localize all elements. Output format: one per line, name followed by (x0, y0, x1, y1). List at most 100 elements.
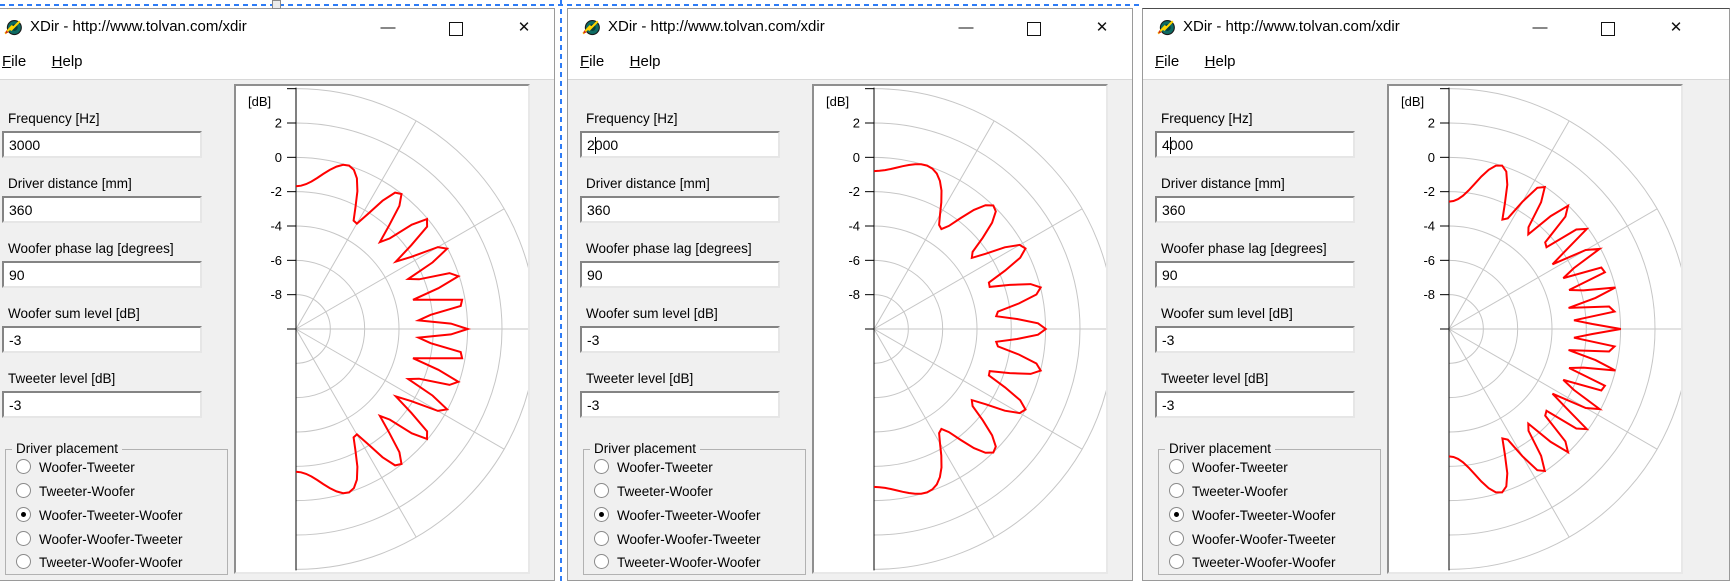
minimize-button[interactable]: — (944, 9, 988, 47)
window-controls: — ✕ (1494, 9, 1698, 47)
radio-option-woofer-tweeter[interactable]: Woofer-Tweeter (594, 459, 713, 479)
minimize-button[interactable]: — (1518, 9, 1562, 47)
close-button[interactable]: ✕ (1080, 9, 1124, 47)
driver-placement-group: Driver placement Woofer-Tweeter Tweeter-… (5, 441, 228, 575)
driver-distance-input[interactable]: 360 (580, 196, 780, 223)
xdir-window-2: XDir - http://www.tolvan.com/xdir — ✕ Fi… (567, 8, 1133, 581)
woofer-phase-lag-input[interactable]: 90 (1155, 261, 1355, 288)
window-controls: — ✕ (920, 9, 1124, 47)
woofer-sum-level-input[interactable]: -3 (2, 326, 202, 353)
maximize-icon (1601, 22, 1615, 37)
driver-placement-group: Driver placement Woofer-Tweeter Tweeter-… (583, 441, 806, 575)
frequency-label: Frequency [Hz] (8, 111, 100, 126)
radio-option-woofer-tweeter-woofer[interactable]: Woofer-Tweeter-Woofer (16, 507, 183, 527)
radio-option-tweeter-woofer-woofer[interactable]: Tweeter-Woofer-Woofer (1169, 554, 1336, 574)
polar-directivity-chart: 2 0 -2 -4 -6 -8 [dB] (826, 87, 1106, 571)
minimize-button[interactable]: — (366, 9, 410, 47)
driver-placement-group-label: Driver placement (12, 441, 123, 456)
woofer-sum-level-input[interactable]: -3 (1155, 326, 1355, 353)
menu-file[interactable]: File (2, 47, 30, 70)
window-title: XDir - http://www.tolvan.com/xdir (30, 18, 247, 35)
svg-text:-8: -8 (1423, 287, 1435, 302)
radio-icon-selected (1169, 507, 1184, 522)
polar-directivity-chart: 2 0 -2 -4 -6 -8 [dB] (248, 87, 528, 571)
radio-option-woofer-woofer-tweeter[interactable]: Woofer-Woofer-Tweeter (594, 531, 761, 551)
menu-help[interactable]: Help (630, 47, 665, 70)
svg-text:-8: -8 (270, 287, 282, 302)
menu-file[interactable]: File (1155, 47, 1183, 70)
tweeter-level-input[interactable]: -3 (2, 391, 202, 418)
tweeter-level-input[interactable]: -3 (1155, 391, 1355, 418)
radio-icon (16, 459, 31, 474)
frequency-input[interactable]: 3000 (2, 131, 202, 158)
xdir-app-icon (582, 20, 600, 36)
screenshot-stage: XDir - http://www.tolvan.com/xdir — ✕ Fi… (0, 0, 1730, 585)
maximize-button[interactable] (1012, 9, 1056, 47)
woofer-phase-lag-input[interactable]: 90 (580, 261, 780, 288)
svg-text:-4: -4 (270, 219, 282, 234)
radio-icon-selected (594, 507, 609, 522)
titlebar[interactable]: XDir - http://www.tolvan.com/xdir — ✕ (0, 9, 554, 47)
radio-option-woofer-woofer-tweeter[interactable]: Woofer-Woofer-Tweeter (1169, 531, 1336, 551)
woofer-phase-lag-label: Woofer phase lag [degrees] (586, 241, 752, 256)
polar-plot-panel: 2 0 -2 -4 -6 -8 [dB] (1387, 84, 1683, 574)
woofer-sum-level-label: Woofer sum level [dB] (586, 306, 718, 321)
menubar: File Help (568, 47, 1132, 80)
xdir-window-1: XDir - http://www.tolvan.com/xdir — ✕ Fi… (0, 8, 555, 581)
close-button[interactable]: ✕ (502, 9, 546, 47)
radio-option-tweeter-woofer[interactable]: Tweeter-Woofer (1169, 483, 1288, 503)
radio-icon (1169, 459, 1184, 474)
tweeter-level-label: Tweeter level [dB] (586, 371, 694, 386)
driver-distance-input[interactable]: 360 (2, 196, 202, 223)
maximize-button[interactable] (434, 9, 478, 47)
maximize-icon (1027, 22, 1041, 37)
maximize-button[interactable] (1586, 9, 1630, 47)
titlebar[interactable]: XDir - http://www.tolvan.com/xdir — ✕ (1143, 9, 1729, 47)
svg-text:0: 0 (275, 150, 282, 165)
radio-option-tweeter-woofer-woofer[interactable]: Tweeter-Woofer-Woofer (16, 554, 183, 574)
frequency-label: Frequency [Hz] (1161, 111, 1253, 126)
driver-distance-input[interactable]: 360 (1155, 196, 1355, 223)
radio-option-woofer-tweeter[interactable]: Woofer-Tweeter (16, 459, 135, 479)
frequency-label: Frequency [Hz] (586, 111, 678, 126)
menu-file[interactable]: File (580, 47, 608, 70)
woofer-sum-level-input[interactable]: -3 (580, 326, 780, 353)
driver-placement-group-label: Driver placement (1165, 441, 1276, 456)
svg-text:2: 2 (853, 116, 860, 131)
radio-option-woofer-woofer-tweeter[interactable]: Woofer-Woofer-Tweeter (16, 531, 183, 551)
window-title: XDir - http://www.tolvan.com/xdir (608, 18, 825, 35)
radio-option-tweeter-woofer[interactable]: Tweeter-Woofer (594, 483, 713, 503)
titlebar[interactable]: XDir - http://www.tolvan.com/xdir — ✕ (568, 9, 1132, 47)
frequency-input[interactable]: 4000 (1155, 131, 1355, 158)
radio-option-woofer-tweeter-woofer[interactable]: Woofer-Tweeter-Woofer (594, 507, 761, 527)
svg-text:-6: -6 (1423, 253, 1435, 268)
woofer-sum-level-label: Woofer sum level [dB] (8, 306, 140, 321)
menubar: File Help (1143, 47, 1729, 80)
woofer-phase-lag-input[interactable]: 90 (2, 261, 202, 288)
frequency-input[interactable]: 2000 (580, 131, 780, 158)
radio-option-woofer-tweeter[interactable]: Woofer-Tweeter (1169, 459, 1288, 479)
driver-placement-group: Driver placement Woofer-Tweeter Tweeter-… (1158, 441, 1381, 575)
tweeter-level-input[interactable]: -3 (580, 391, 780, 418)
polar-directivity-chart: 2 0 -2 -4 -6 -8 [dB] (1401, 87, 1681, 571)
selection-dashed-line-top (0, 4, 1140, 6)
woofer-sum-level-label: Woofer sum level [dB] (1161, 306, 1293, 321)
tweeter-level-label: Tweeter level [dB] (1161, 371, 1269, 386)
close-button[interactable]: ✕ (1654, 9, 1698, 47)
polar-plot-panel: 2 0 -2 -4 -6 -8 [dB] (812, 84, 1108, 574)
svg-text:2: 2 (275, 116, 282, 131)
radio-option-woofer-tweeter-woofer[interactable]: Woofer-Tweeter-Woofer (1169, 507, 1336, 527)
radio-option-tweeter-woofer-woofer[interactable]: Tweeter-Woofer-Woofer (594, 554, 761, 574)
radio-icon (594, 459, 609, 474)
radio-icon (1169, 531, 1184, 546)
selection-dashed-line-vertical (560, 0, 562, 585)
menu-help[interactable]: Help (52, 47, 87, 70)
driver-distance-label: Driver distance [mm] (8, 176, 132, 191)
selection-handle[interactable] (272, 0, 281, 9)
maximize-icon (449, 22, 463, 37)
tweeter-level-label: Tweeter level [dB] (8, 371, 116, 386)
window-controls: — ✕ (342, 9, 546, 47)
svg-text:-2: -2 (848, 184, 860, 199)
menu-help[interactable]: Help (1205, 47, 1240, 70)
radio-option-tweeter-woofer[interactable]: Tweeter-Woofer (16, 483, 135, 503)
